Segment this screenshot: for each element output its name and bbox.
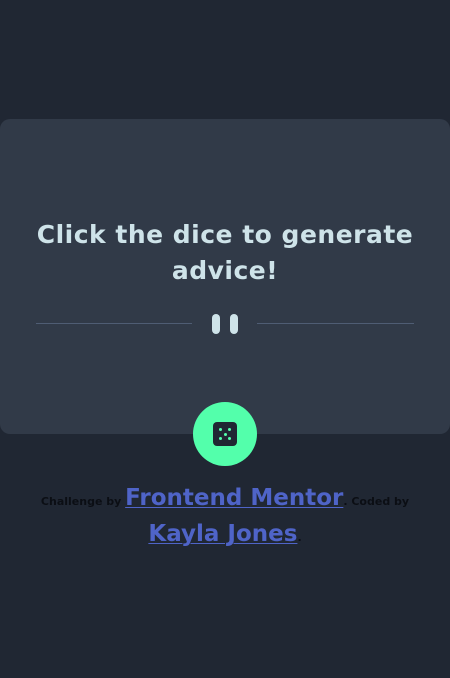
dice-pip (228, 437, 231, 440)
pause-bar-right (230, 314, 238, 334)
dice-pip (219, 428, 222, 431)
attribution-middle: . Coded by (343, 495, 410, 508)
pause-bar-left (212, 314, 220, 334)
dice-icon (213, 422, 237, 446)
generate-advice-button[interactable] (193, 402, 257, 466)
advice-card: Click the dice to generate advice! (0, 119, 450, 434)
author-link[interactable]: Kayla Jones (148, 521, 297, 547)
dice-pip (228, 428, 231, 431)
pause-icon (212, 314, 238, 334)
frontend-mentor-link[interactable]: Frontend Mentor (125, 485, 343, 511)
divider-line-right (257, 323, 414, 324)
attribution-prefix: Challenge by (40, 495, 122, 508)
dice-pip (219, 437, 222, 440)
attribution: Challenge by Frontend Mentor. Coded by K… (16, 482, 434, 554)
advice-text: Click the dice to generate advice! (36, 220, 414, 285)
attribution-suffix: . (297, 531, 302, 544)
divider-line-left (36, 323, 192, 324)
divider (36, 312, 414, 336)
dice-pip (223, 432, 227, 436)
